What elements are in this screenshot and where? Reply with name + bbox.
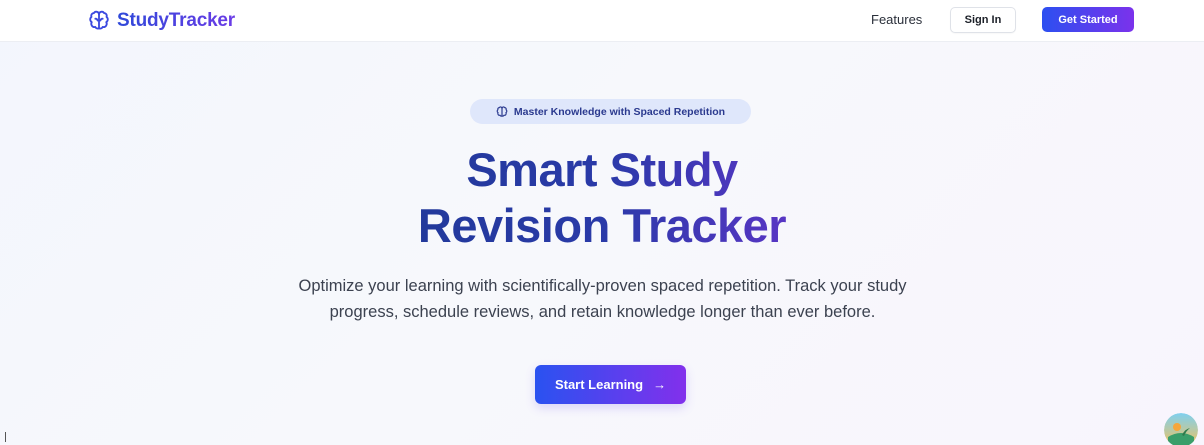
brand-name: StudyTracker	[117, 10, 235, 31]
nav-link-features[interactable]: Features	[871, 12, 922, 27]
hero-title: Smart Study Revision Tracker	[280, 142, 924, 254]
floating-avatar-icon[interactable]	[1164, 413, 1198, 445]
hero-subtitle: Optimize your learning with scientifical…	[298, 277, 907, 321]
landing-page: StudyTracker Features Sign In Get Starte…	[0, 0, 1204, 445]
start-learning-button[interactable]: Start Learning →	[535, 365, 686, 404]
arrow-right-icon: →	[653, 377, 667, 392]
get-started-button[interactable]: Get Started	[1042, 7, 1134, 32]
hero-badge: Master Knowledge with Spaced Repetition	[470, 99, 751, 124]
brain-icon	[88, 10, 110, 32]
brand-logo-link[interactable]: StudyTracker	[88, 9, 235, 33]
start-learning-label: Start Learning	[554, 377, 644, 392]
edge-marker	[5, 432, 6, 442]
brain-icon	[496, 105, 508, 118]
sign-in-button[interactable]: Sign In	[950, 7, 1016, 33]
hero-title-line-2: Revision Tracker	[417, 199, 787, 252]
top-navbar: StudyTracker Features Sign In Get Starte…	[0, 0, 1204, 42]
hero-title-line-1: Smart Study	[466, 143, 738, 196]
hero-badge-text: Master Knowledge with Spaced Repetition	[513, 105, 726, 118]
